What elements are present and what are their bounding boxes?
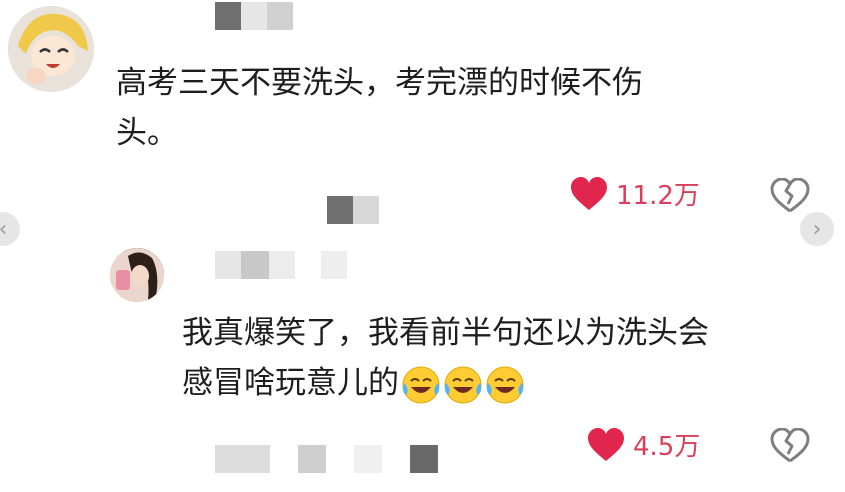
comment-text-line: 高考三天不要洗头，考完漂的时候不伤 (116, 65, 643, 101)
reply-mosaic-2[interactable] (215, 445, 438, 473)
comment-text: 高考三天不要洗头，考完漂的时候不伤 头。 (116, 58, 643, 158)
heart-icon (588, 427, 624, 461)
reply-mosaic-1[interactable] (327, 196, 379, 224)
username-mosaic-2[interactable] (215, 251, 347, 279)
dislike-button[interactable] (770, 427, 810, 464)
comment-text-line: 头。 (116, 115, 178, 151)
comment-text: 我真爆笑了，我看前半句还以为洗头会 感冒啥玩意儿的 (182, 308, 709, 408)
like-count: 11.2万 (616, 181, 700, 211)
avatar[interactable] (8, 6, 94, 92)
chevron-right-icon: › (812, 216, 822, 242)
broken-heart-icon (770, 427, 810, 463)
comment-thread: 高考三天不要洗头，考完漂的时候不伤 头。 11.2万 ‹ › 我真爆笑了，我看前… (0, 0, 845, 492)
heart-icon (571, 176, 607, 210)
scroll-left-button[interactable]: ‹ (0, 212, 20, 246)
comment-text-line-with-emoji: 感冒啥玩意儿的 (182, 358, 709, 408)
avatar-illustration (8, 6, 94, 92)
laughing-crying-emoji-icon (402, 366, 440, 403)
comment-text-line: 我真爆笑了，我看前半句还以为洗头会 (182, 315, 709, 351)
broken-heart-icon (770, 177, 810, 213)
like-button[interactable]: 4.5万 (587, 426, 700, 463)
scroll-right-button[interactable]: › (800, 212, 834, 246)
chevron-left-icon: ‹ (0, 217, 7, 242)
laughing-crying-emoji-icon (486, 366, 524, 403)
username-mosaic-1[interactable] (215, 2, 293, 30)
comment-text-fragment: 感冒啥玩意儿的 (182, 365, 399, 401)
avatar-photo (110, 248, 164, 302)
dislike-button[interactable] (770, 177, 810, 214)
like-count: 4.5万 (633, 432, 701, 462)
like-button[interactable]: 11.2万 (570, 175, 700, 212)
laughing-crying-emoji-icon (444, 366, 482, 403)
avatar[interactable] (110, 248, 164, 302)
